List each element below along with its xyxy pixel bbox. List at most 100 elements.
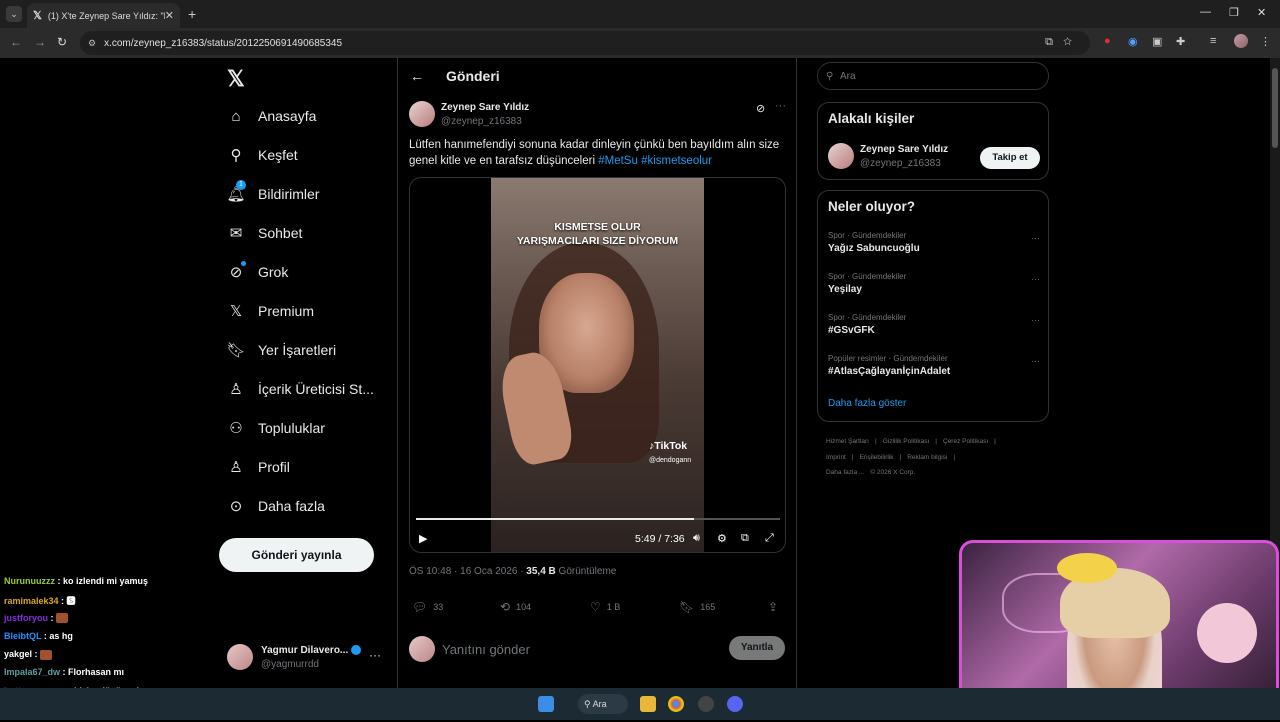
footer-link[interactable]: Reklam bilgisi [907, 454, 947, 461]
footer-link[interactable]: Gizlilik Politikası [883, 438, 930, 445]
chat-username: Nurunuuzzz [4, 576, 55, 586]
video-progress-bar[interactable] [416, 518, 780, 520]
more-icon[interactable]: ··· [369, 648, 381, 662]
show-more-link[interactable]: Daha fazla göster [828, 398, 906, 409]
nav-item-messages[interactable]: ✉ Sohbet [227, 224, 303, 242]
footer-link[interactable]: © 2026 X Corp. [870, 469, 915, 476]
install-icon[interactable]: ⧉ [1045, 36, 1063, 48]
hashtag-link[interactable]: #kismetseolur [641, 155, 712, 167]
site-info-icon[interactable]: ⚙ [88, 38, 96, 49]
extension-icon[interactable]: ▣ [1152, 35, 1162, 48]
author-avatar[interactable] [409, 101, 435, 127]
account-name: Yagmur Dilavero... [261, 645, 362, 656]
hashtag-link[interactable]: #MetSu [598, 155, 638, 167]
reply-button[interactable]: Yanıtla [729, 636, 785, 660]
window-close-icon[interactable]: ✕ [1257, 6, 1266, 19]
trend-more-icon[interactable]: ··· [1031, 274, 1040, 284]
footer-link[interactable]: Erişilebilirlik [860, 454, 894, 461]
nav-label: Sohbet [258, 225, 303, 241]
footer-link[interactable]: Çerez Politikası [943, 438, 988, 445]
repost-icon: ⟲ [500, 600, 511, 614]
browser-tab[interactable]: 𝕏 (1) X'te Zeynep Sare Yıldız: "Lüt ✕ [27, 3, 180, 28]
follow-button[interactable]: Takip et [980, 147, 1040, 169]
extension-red-icon[interactable]: ● [1104, 35, 1111, 47]
new-tab-icon[interactable]: + [188, 6, 196, 22]
fullscreen-icon[interactable]: ⤢ [765, 532, 774, 545]
trend-item[interactable]: Popüler resimler · Gündemdekiler #AtlasÇa… [828, 354, 1040, 377]
tab-close-icon[interactable]: ✕ [165, 9, 174, 22]
url-actions: ⧉☆ [1045, 36, 1082, 49]
profile-avatar[interactable] [1234, 34, 1248, 48]
file-explorer-icon[interactable] [640, 696, 656, 712]
settings-gear-icon[interactable]: ⚙ [717, 532, 727, 545]
account-switcher[interactable]: Yagmur Dilavero... @yagmurrdd ··· [227, 642, 387, 682]
extensions-puzzle-icon[interactable]: ✚ [1176, 35, 1185, 48]
post-button[interactable]: Gönderi yayınla [219, 538, 374, 572]
nav-item-explore[interactable]: ⚲ Keşfet [227, 146, 298, 164]
footer-link[interactable]: Daha fazla ... [826, 469, 864, 476]
trend-item[interactable]: Spor · Gündemdekiler Yağız Sabuncuoğlu ··· [828, 231, 1040, 254]
windows-start-icon[interactable] [538, 696, 554, 712]
trend-item[interactable]: Spor · Gündemdekiler Yeşilay ··· [828, 272, 1040, 295]
back-arrow-icon[interactable]: ← [410, 68, 424, 84]
obs-icon[interactable] [698, 696, 714, 712]
picture-in-picture-icon[interactable]: ⧉ [741, 532, 749, 545]
restore-icon[interactable]: ❐ [1229, 6, 1239, 19]
share-action[interactable]: ⇪ [768, 600, 784, 614]
discord-icon[interactable] [727, 696, 743, 712]
like-action[interactable]: ♡ 1 B [590, 600, 620, 614]
post-more-icon[interactable]: ··· [775, 100, 786, 112]
reply-action[interactable]: 💬︎ 33 [412, 600, 443, 614]
nav-item-profile[interactable]: ♙ Profil [227, 458, 290, 476]
footer-separator: | [874, 438, 877, 445]
nav-item-home[interactable]: ⌂ Anasayfa [227, 107, 316, 125]
repost-action[interactable]: ⟲ 104 [500, 600, 531, 614]
bookmark-star-icon[interactable]: ☆ [1063, 36, 1082, 48]
avatar[interactable] [828, 143, 854, 169]
nav-item-premium[interactable]: 𝕏 Premium [227, 302, 314, 320]
back-icon[interactable]: ← [10, 35, 22, 49]
nav-label: İçerik Üreticisi St... [258, 381, 374, 397]
url-bar[interactable]: ⚙ x.com/zeynep_z16383/status/20122506914… [80, 31, 1090, 55]
nav-item-more[interactable]: ⊙ Daha fazla [227, 497, 325, 515]
menu-icon[interactable]: ⋮ [1260, 35, 1271, 48]
x-logo-icon[interactable]: 𝕏 [227, 66, 245, 92]
taskbar-search[interactable]: ⚲ Ara [578, 694, 628, 714]
chrome-icon[interactable] [668, 696, 684, 712]
nav-item-bookmarks[interactable]: 🔖︎ Yer İşaretleri [226, 341, 336, 359]
video-frame[interactable]: KISMETSE OLUR YARIŞMACILARI SIZE DİYORUM … [491, 178, 704, 552]
bookmark-action[interactable]: 🔖︎ 165 [679, 600, 715, 614]
forward-icon[interactable]: → [34, 35, 46, 49]
card-title: Neler oluyor? [828, 199, 916, 214]
footer-link[interactable]: Imprint [826, 454, 846, 461]
chat-text: : Florhasan mı [60, 667, 125, 678]
trend-item[interactable]: Spor · Gündemdekiler #GSvGFK ··· [828, 313, 1040, 336]
post-header: ← Gönderi [398, 58, 797, 96]
nav-item-creator-studio[interactable]: ♙ İçerik Üreticisi St... [227, 380, 374, 398]
trend-more-icon[interactable]: ··· [1031, 315, 1040, 325]
reload-icon[interactable]: ↻ [57, 35, 67, 49]
search-input[interactable]: ⚲ Ara [817, 62, 1049, 90]
person-name[interactable]: Zeynep Sare Yıldız [860, 144, 948, 155]
footer-separator: | [851, 453, 854, 461]
chat-message: ramimalek34 : 🆂 [4, 594, 244, 612]
nav-item-communities[interactable]: ⚇ Topluluklar [227, 419, 325, 437]
footer-link[interactable]: Hizmet Şartları [826, 438, 869, 445]
trend-more-icon[interactable]: ··· [1031, 356, 1040, 366]
more-circle-icon: ⊙ [229, 498, 243, 515]
trend-more-icon[interactable]: ··· [1031, 233, 1040, 243]
media-icon[interactable]: ≡ [1210, 35, 1216, 47]
extension-audio-icon[interactable]: ◉ [1128, 35, 1138, 48]
reply-input[interactable]: Yanıtını gönder [442, 642, 530, 657]
tab-search-icon[interactable]: ⌄ [6, 6, 22, 22]
nav-item-grok[interactable]: ⊘ Grok [227, 261, 288, 281]
creator-icon: ♙ [229, 381, 243, 398]
play-icon[interactable]: ▶ [419, 532, 427, 545]
volume-icon[interactable]: 🔊︎ [693, 532, 700, 545]
author-name[interactable]: Zeynep Sare Yıldız [441, 102, 529, 113]
minimize-icon[interactable]: — [1200, 6, 1211, 18]
grok-explain-icon[interactable]: ⊘ [756, 102, 765, 115]
author-handle[interactable]: @zeynep_z16383 [441, 116, 522, 127]
nav-item-notifications[interactable]: 🔔︎ 1 Bildirimler [226, 180, 319, 203]
video-player[interactable]: KISMETSE OLUR YARIŞMACILARI SIZE DİYORUM … [409, 177, 786, 553]
